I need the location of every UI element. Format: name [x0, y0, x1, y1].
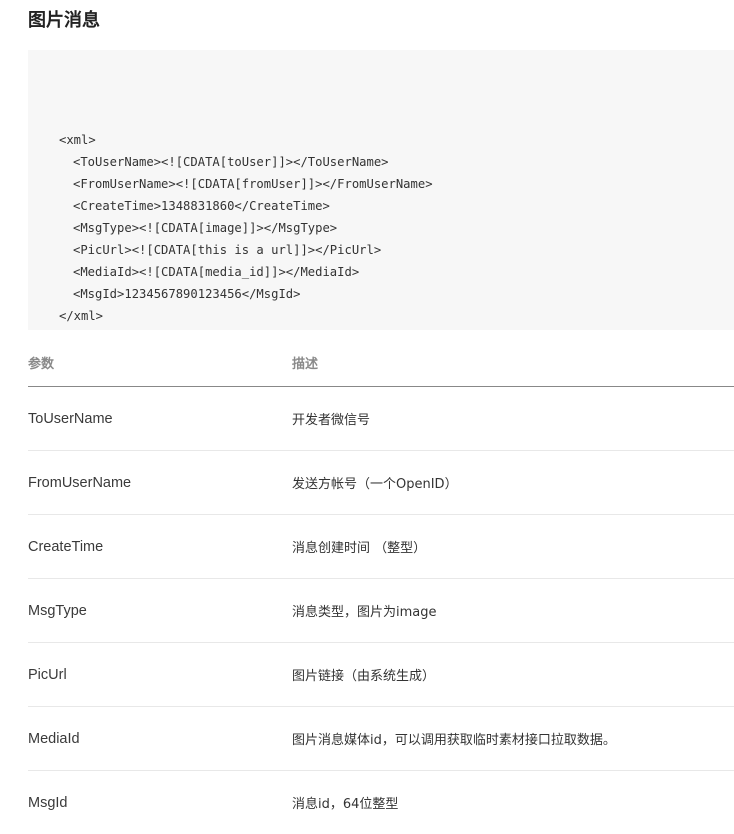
table-row: FromUserName 发送方帐号（一个OpenID）	[28, 451, 734, 515]
header-desc: 描述	[292, 357, 319, 372]
code-line: </xml>	[59, 309, 104, 323]
param-name: CreateTime	[28, 538, 104, 555]
code-line: <ToUserName><![CDATA[toUser]]></ToUserNa…	[73, 155, 389, 169]
code-line: <MsgId>1234567890123456</MsgId>	[73, 287, 301, 301]
header-param: 参数	[28, 357, 55, 372]
xml-code-block: <xml> <ToUserName><![CDATA[toUser]]></To…	[28, 50, 734, 330]
table-header: 参数 描述	[28, 349, 734, 387]
param-desc: 消息类型，图片为image	[292, 605, 437, 620]
param-name: PicUrl	[28, 666, 67, 683]
section-title: 图片消息	[28, 10, 100, 31]
table-row: MediaId 图片消息媒体id，可以调用获取临时素材接口拉取数据。	[28, 707, 734, 771]
code-line: <MsgType><![CDATA[image]]></MsgType>	[73, 221, 338, 235]
param-desc: 消息创建时间 （整型）	[292, 541, 427, 556]
param-name: FromUserName	[28, 474, 132, 491]
param-name: MsgType	[28, 602, 87, 619]
code-line: <CreateTime>1348831860</CreateTime>	[73, 199, 330, 213]
code-line: <xml>	[59, 133, 96, 147]
param-desc: 发送方帐号（一个OpenID）	[292, 477, 458, 492]
code-line: <PicUrl><![CDATA[this is a url]]></PicUr…	[73, 243, 382, 257]
code-line: <MediaId><![CDATA[media_id]]></MediaId>	[73, 265, 360, 279]
param-name: MediaId	[28, 730, 80, 747]
param-desc: 消息id，64位整型	[292, 797, 399, 812]
table-row: MsgId 消息id，64位整型	[28, 771, 734, 834]
table-row: MsgType 消息类型，图片为image	[28, 579, 734, 643]
param-desc: 图片链接（由系统生成）	[292, 669, 436, 684]
param-name: ToUserName	[28, 410, 113, 427]
parameter-table: 参数 描述 ToUserName 开发者微信号 FromUserName 发送方…	[28, 349, 734, 834]
doc-section: 图片消息 <xml> <ToUserName><![CDATA[toUser]]…	[28, 0, 734, 812]
table-row: CreateTime 消息创建时间 （整型）	[28, 515, 734, 579]
param-desc: 开发者微信号	[292, 413, 371, 428]
param-desc: 图片消息媒体id，可以调用获取临时素材接口拉取数据。	[292, 733, 616, 748]
table-row: ToUserName 开发者微信号	[28, 387, 734, 451]
code-line: <FromUserName><![CDATA[fromUser]]></From…	[73, 177, 433, 191]
param-name: MsgId	[28, 794, 68, 811]
table-row: PicUrl 图片链接（由系统生成）	[28, 643, 734, 707]
